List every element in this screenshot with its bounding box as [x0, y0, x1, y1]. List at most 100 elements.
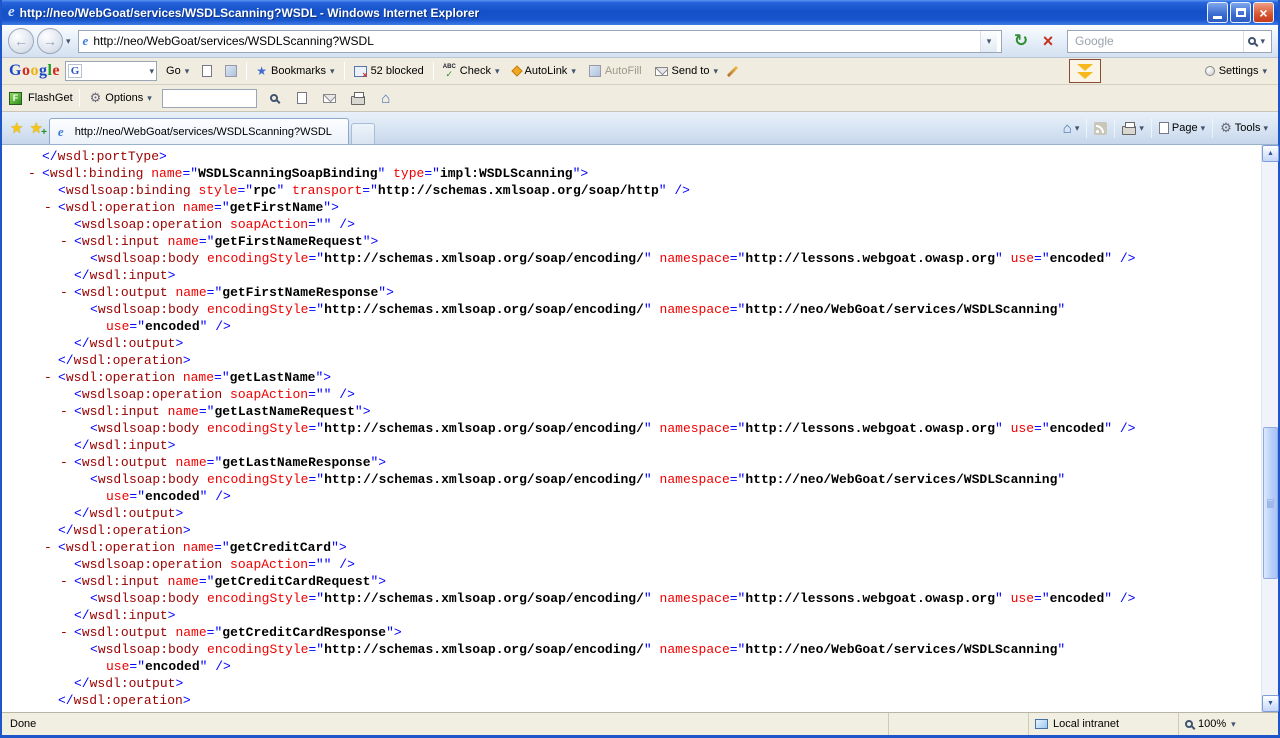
- google-search-input[interactable]: G: [65, 61, 157, 81]
- stop-button[interactable]: [1036, 29, 1060, 53]
- xml-line: <wsdlsoap:body encodingStyle="http://sch…: [2, 250, 1261, 267]
- separator: [1212, 118, 1213, 138]
- chevron-down-icon: [185, 65, 190, 77]
- page-icon: [1159, 122, 1169, 134]
- vertical-scrollbar[interactable]: [1261, 145, 1278, 712]
- collapse-toggle[interactable]: -: [60, 403, 74, 420]
- collapse-toggle[interactable]: -: [60, 624, 74, 641]
- flashget-page-button[interactable]: [291, 87, 313, 109]
- search-go-button[interactable]: [1243, 31, 1269, 52]
- flashget-icon: F: [9, 92, 22, 105]
- xml-line: -<wsdl:input name="getFirstNameRequest">: [2, 233, 1261, 250]
- popup-blocker-button[interactable]: 52 blocked: [350, 63, 428, 79]
- xml-line: </wsdl:output>: [2, 505, 1261, 522]
- separator: [433, 62, 434, 80]
- flashget-dropzone[interactable]: [1069, 59, 1101, 83]
- collapse-toggle[interactable]: -: [60, 233, 74, 250]
- collapse-toggle[interactable]: -: [28, 165, 42, 182]
- intranet-zone-icon: [1035, 719, 1048, 729]
- feeds-button[interactable]: [1094, 122, 1107, 135]
- download-chevron-icon: [1077, 64, 1093, 71]
- collapse-toggle[interactable]: -: [44, 199, 58, 216]
- google-g-icon: G: [68, 64, 82, 78]
- chevron-down-icon: [1262, 65, 1267, 77]
- google-logo: Google: [9, 62, 60, 80]
- autofill-icon: [589, 65, 601, 77]
- xml-line: <wsdlsoap:body encodingStyle="http://sch…: [2, 641, 1261, 658]
- page-menu-button[interactable]: Page: [1159, 122, 1205, 134]
- flashget-label: FlashGet: [28, 92, 73, 104]
- collapse-toggle[interactable]: -: [44, 539, 58, 556]
- flashget-mail-button[interactable]: [319, 87, 341, 109]
- flashget-print-button[interactable]: [347, 87, 369, 109]
- flashget-options-button[interactable]: Options: [86, 88, 156, 108]
- tab-active[interactable]: e http://neo/WebGoat/services/WSDLScanni…: [49, 118, 349, 144]
- gear-icon: [1220, 120, 1232, 136]
- popup-blocker-icon: [354, 66, 367, 77]
- security-zone: Local intranet: [1028, 713, 1178, 735]
- xml-line: </wsdl:input>: [2, 437, 1261, 454]
- window-title: http://neo/WebGoat/services/WSDLScanning…: [20, 6, 1207, 20]
- address-dropdown-button[interactable]: [980, 31, 997, 52]
- collapse-toggle[interactable]: -: [44, 369, 58, 386]
- print-button[interactable]: [1122, 122, 1144, 135]
- tab-bar: e http://neo/WebGoat/services/WSDLScanni…: [2, 112, 1278, 145]
- autolink-icon: [511, 65, 522, 76]
- maximize-button[interactable]: [1230, 2, 1251, 23]
- address-url[interactable]: http://neo/WebGoat/services/WSDLScanning…: [93, 34, 980, 48]
- pagerank-button[interactable]: [221, 63, 241, 79]
- xml-line: </wsdl:operation>: [2, 692, 1261, 709]
- xml-line: </wsdl:input>: [2, 607, 1261, 624]
- zoom-control[interactable]: 100%: [1178, 713, 1278, 735]
- chevron-down-icon: [495, 65, 500, 77]
- favorites-center-button[interactable]: [10, 119, 23, 137]
- history-dropdown-icon[interactable]: [66, 35, 71, 47]
- search-box[interactable]: Google: [1067, 30, 1272, 53]
- close-button[interactable]: ×: [1253, 2, 1274, 23]
- address-bar[interactable]: e http://neo/WebGoat/services/WSDLScanni…: [78, 30, 1002, 53]
- collapse-toggle[interactable]: -: [60, 284, 74, 301]
- settings-button[interactable]: Settings: [1201, 63, 1271, 79]
- scroll-down-button[interactable]: [1262, 695, 1279, 712]
- collapse-toggle[interactable]: -: [60, 573, 74, 590]
- chevron-down-icon: [1263, 122, 1268, 134]
- flashget-home-button[interactable]: [375, 87, 397, 109]
- minimize-button[interactable]: [1207, 2, 1228, 23]
- collapse-toggle[interactable]: -: [60, 454, 74, 471]
- browser-window: e http://neo/WebGoat/services/WSDLScanni…: [0, 0, 1280, 738]
- scrollbar-thumb[interactable]: [1263, 427, 1278, 579]
- xml-line: </wsdl:portType>: [2, 148, 1261, 165]
- chevron-down-icon[interactable]: [149, 65, 154, 77]
- add-favorite-button[interactable]: [29, 119, 42, 137]
- search-site-button[interactable]: [198, 63, 216, 79]
- xml-line: </wsdl:operation>: [2, 352, 1261, 369]
- send-to-button[interactable]: Send to: [651, 63, 722, 79]
- new-tab-button[interactable]: [351, 123, 375, 144]
- bookmarks-button[interactable]: Bookmarks: [252, 62, 338, 80]
- back-button[interactable]: [8, 28, 34, 54]
- printer-icon: [1122, 126, 1136, 135]
- spellcheck-button[interactable]: ABC✓ Check: [439, 62, 504, 81]
- separator: [79, 89, 80, 107]
- tools-menu-button[interactable]: Tools: [1220, 120, 1268, 136]
- xml-line: -<wsdl:operation name="getFirstName">: [2, 199, 1261, 216]
- scroll-up-button[interactable]: [1262, 145, 1279, 162]
- address-row: e http://neo/WebGoat/services/WSDLScanni…: [2, 25, 1278, 58]
- home-icon: [381, 90, 390, 107]
- flashget-search-button[interactable]: [263, 87, 285, 109]
- xml-line: -<wsdl:binding name="WSDLScanningSoapBin…: [2, 165, 1261, 182]
- xml-line: </wsdl:output>: [2, 335, 1261, 352]
- chevron-down-icon: [1139, 122, 1144, 134]
- autolink-button[interactable]: AutoLink: [509, 63, 580, 79]
- page-search-icon: [202, 65, 212, 77]
- refresh-button[interactable]: [1009, 29, 1033, 53]
- highlighter-button[interactable]: [727, 63, 738, 80]
- search-dropdown-icon[interactable]: [1260, 35, 1265, 47]
- google-go-button[interactable]: Go: [162, 63, 193, 79]
- envelope-icon: [655, 67, 668, 76]
- flashget-search-input[interactable]: [162, 89, 257, 108]
- pen-icon: [727, 65, 738, 76]
- tab-favicon: e: [58, 124, 64, 140]
- home-button[interactable]: [1063, 120, 1080, 137]
- forward-button[interactable]: [37, 28, 63, 54]
